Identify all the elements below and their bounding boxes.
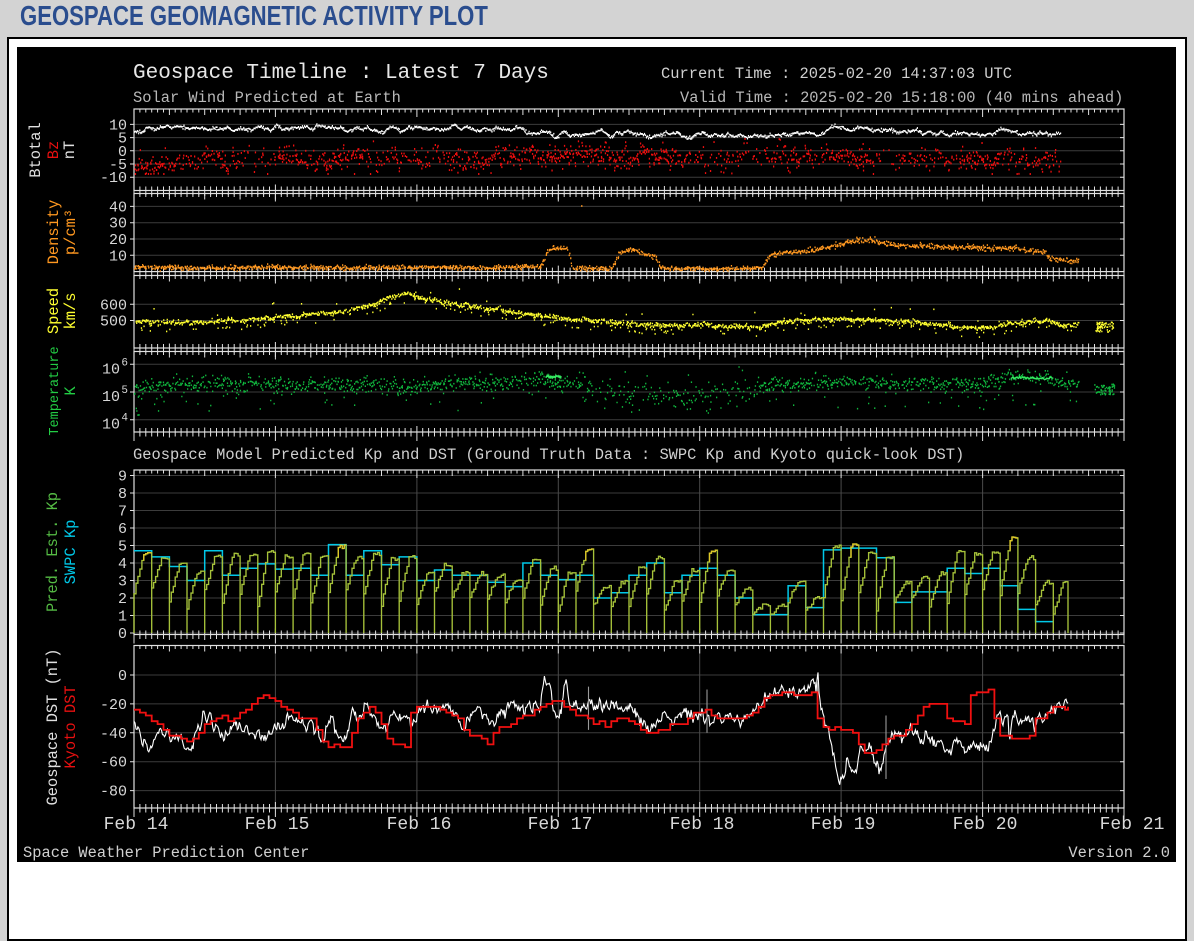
svg-text:Current Time : 2025-02-20 14:3: Current Time : 2025-02-20 14:37:03 UTC xyxy=(661,65,1012,83)
svg-text:0: 0 xyxy=(118,668,127,685)
svg-text:Temperature: Temperature xyxy=(48,346,63,435)
svg-text:Density: Density xyxy=(45,200,63,265)
svg-text:Version 2.0: Version 2.0 xyxy=(1068,844,1170,862)
svg-text:6: 6 xyxy=(121,357,128,369)
svg-text:Feb 15: Feb 15 xyxy=(245,815,310,835)
svg-text:10: 10 xyxy=(109,248,127,265)
svg-text:40: 40 xyxy=(109,199,127,216)
svg-text:K: K xyxy=(62,386,80,396)
svg-text:SWPC Kp: SWPC Kp xyxy=(62,520,80,585)
svg-text:Feb 17: Feb 17 xyxy=(528,815,593,835)
svg-text:5: 5 xyxy=(121,385,128,397)
svg-text:Feb 18: Feb 18 xyxy=(670,815,735,835)
svg-text:0: 0 xyxy=(118,626,127,643)
svg-text:9: 9 xyxy=(118,469,127,486)
svg-text:2: 2 xyxy=(118,591,127,608)
svg-text:Feb 14: Feb 14 xyxy=(104,815,169,835)
svg-text:10: 10 xyxy=(102,389,120,406)
svg-text:-40: -40 xyxy=(100,726,127,743)
svg-text:Feb 16: Feb 16 xyxy=(387,815,452,835)
svg-text:500: 500 xyxy=(100,314,127,331)
svg-text:Pred. Est. Kp: Pred. Est. Kp xyxy=(44,492,62,612)
svg-text:30: 30 xyxy=(109,216,127,233)
svg-text:Feb 20: Feb 20 xyxy=(953,815,1018,835)
svg-text:8: 8 xyxy=(118,486,127,503)
svg-text:5: 5 xyxy=(118,539,127,556)
svg-text:10: 10 xyxy=(102,417,120,434)
svg-text:-80: -80 xyxy=(100,784,127,801)
svg-text:Feb 21: Feb 21 xyxy=(1100,815,1165,835)
svg-text:20: 20 xyxy=(109,232,127,249)
svg-text:Kyoto DST: Kyoto DST xyxy=(62,685,80,768)
svg-text:km/s: km/s xyxy=(62,293,80,330)
svg-text:Feb 19: Feb 19 xyxy=(811,815,876,835)
svg-text:Space Weather Prediction Cente: Space Weather Prediction Center xyxy=(23,844,309,862)
svg-text:Geospace Timeline : Latest 7 D: Geospace Timeline : Latest 7 Days xyxy=(133,62,549,85)
svg-text:p/cm³: p/cm³ xyxy=(62,209,80,255)
svg-text:Speed: Speed xyxy=(45,288,63,334)
svg-text:10: 10 xyxy=(102,361,120,378)
svg-text:-60: -60 xyxy=(100,755,127,772)
svg-text:7: 7 xyxy=(118,504,127,521)
svg-text:600: 600 xyxy=(100,297,127,314)
svg-text:4: 4 xyxy=(118,556,127,573)
svg-text:1: 1 xyxy=(118,609,127,626)
svg-text:Solar Wind Predicted at Earth: Solar Wind Predicted at Earth xyxy=(133,89,401,107)
svg-text:Btotal: Btotal xyxy=(27,122,45,177)
svg-text:-20: -20 xyxy=(100,697,127,714)
svg-text:4: 4 xyxy=(121,413,128,425)
svg-text:Geospace DST (nT): Geospace DST (nT) xyxy=(44,648,62,805)
svg-text:-10: -10 xyxy=(100,170,127,187)
svg-text:3: 3 xyxy=(118,574,127,591)
svg-text:Geospace Model Predicted Kp an: Geospace Model Predicted Kp and DST (Gro… xyxy=(133,446,964,464)
svg-text:Valid Time : 2025-02-20 15:18:: Valid Time : 2025-02-20 15:18:00 (40 min… xyxy=(680,89,1123,107)
svg-text:6: 6 xyxy=(118,521,127,538)
svg-text:nT: nT xyxy=(61,141,79,159)
